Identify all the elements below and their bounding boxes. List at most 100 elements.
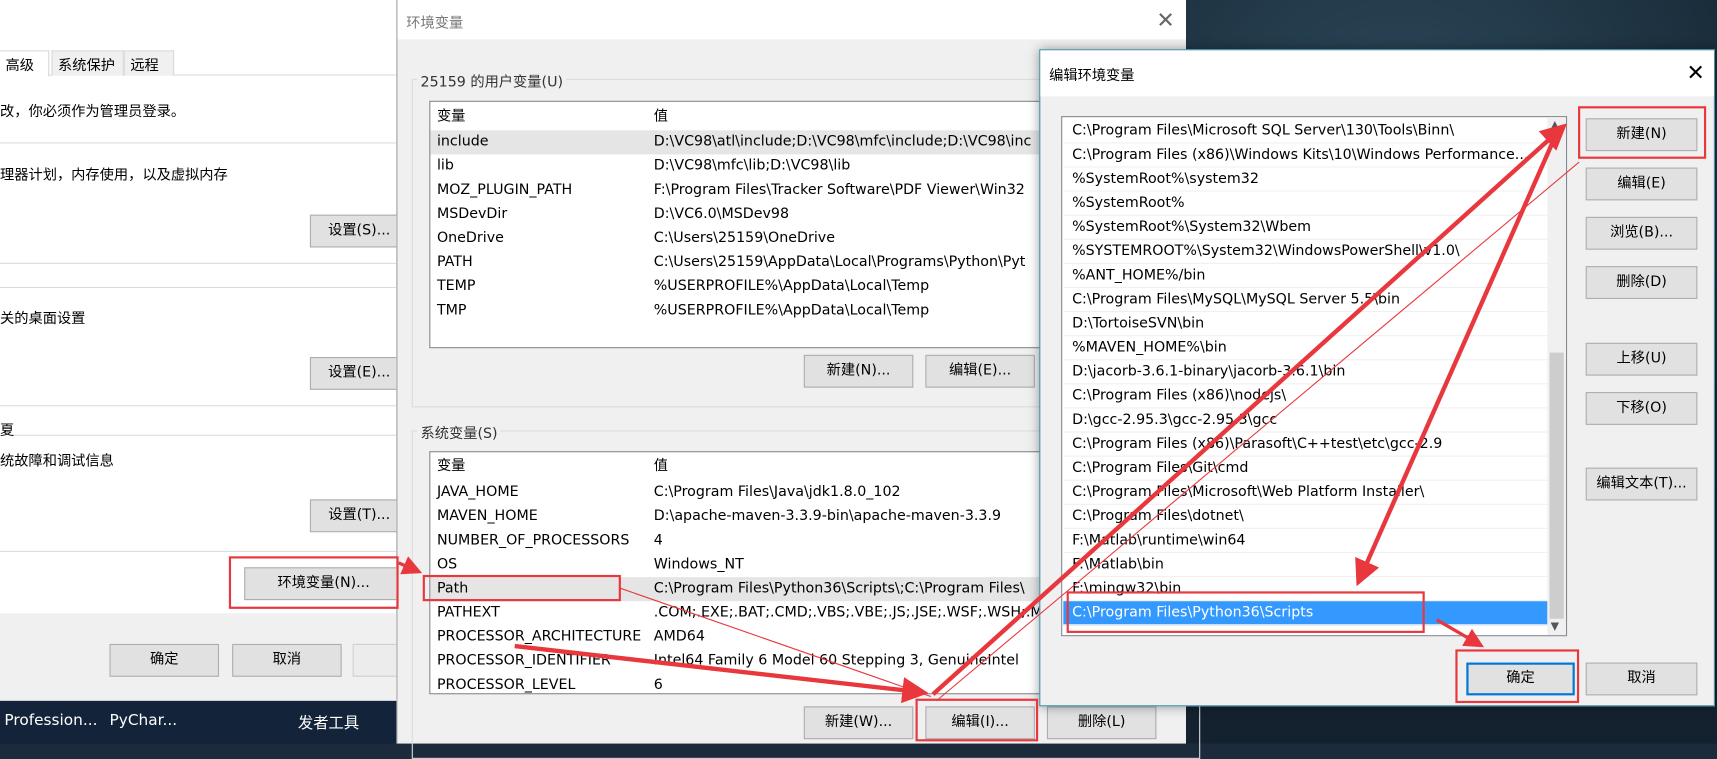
scroll-up-icon[interactable]: ▲	[1551, 119, 1559, 131]
variable-name: PROCESSOR_LEVEL	[436, 676, 576, 694]
delete-button[interactable]: 删除(D)	[1585, 266, 1698, 299]
move-down-button[interactable]: 下移(O)	[1585, 392, 1698, 425]
list-item[interactable]: %SystemRoot%	[1063, 192, 1548, 216]
list-item[interactable]: C:\Program Files\Microsoft SQL Server\13…	[1063, 119, 1548, 144]
annotation-box-new-button	[1578, 106, 1707, 159]
list-item[interactable]: D:\jacorb-3.6.1-binary\jacorb-3.6.1\bin	[1063, 360, 1548, 385]
variable-name: MOZ_PLUGIN_PATH	[436, 181, 573, 199]
close-icon[interactable]: ✕	[1686, 61, 1704, 83]
variable-value: %USERPROFILE%\AppData\Local\Temp	[653, 278, 930, 295]
scroll-down-icon[interactable]: ▼	[1551, 621, 1559, 633]
cancel-button[interactable]: 取消	[232, 643, 342, 677]
path-list[interactable]: C:\Program Files\Microsoft SQL Server\13…	[1061, 116, 1568, 637]
startup-group-label: 夏	[0, 422, 15, 440]
move-up-button[interactable]: 上移(U)	[1585, 342, 1698, 376]
list-item[interactable]: D:\TortoiseSVN\bin	[1063, 312, 1548, 337]
variable-value: D:\VC98\mfc\lib;D:\VC98\lib	[653, 157, 851, 175]
close-icon[interactable]: ✕	[1156, 9, 1174, 31]
annotation-box-path-row	[422, 574, 621, 602]
taskbar-item[interactable]: Profession...	[4, 712, 97, 730]
scrollbar[interactable]: ▲ ▼	[1547, 117, 1566, 636]
variable-value: C:\Program Files\Python36\Scripts\;C:\Pr…	[653, 580, 1025, 597]
variable-name: PATH	[436, 254, 473, 271]
edit-text-button[interactable]: 编辑文本(T)...	[1585, 467, 1698, 501]
startup-settings-button[interactable]: 设置(T)...	[309, 499, 409, 533]
variable-value: AMD64	[653, 628, 705, 646]
admin-note: 改，你必须作为管理员登录。	[0, 104, 186, 121]
list-item[interactable]: C:\Program Files\MySQL\MySQL Server 5.5\…	[1063, 288, 1548, 313]
list-item[interactable]: C:\Program Files\dotnet\	[1063, 505, 1548, 529]
profile-text: 关的桌面设置	[0, 311, 86, 328]
list-item[interactable]: %SystemRoot%\system32	[1063, 168, 1548, 192]
variable-name: TEMP	[436, 278, 476, 295]
dialog-title: 环境变量	[406, 15, 464, 32]
variable-name: OS	[436, 556, 458, 573]
list-item[interactable]: %MAVEN_HOME%\bin	[1063, 336, 1548, 361]
list-item[interactable]: %SystemRoot%\System32\Wbem	[1063, 216, 1548, 240]
annotation-box-selected-path	[1066, 591, 1425, 633]
title-bar: 编辑环境变量 ✕	[1040, 50, 1714, 97]
annotation-box-env-button	[228, 556, 399, 609]
tab-remote[interactable]: 远程	[123, 50, 175, 76]
dialog-footer: 确定 取消 应	[0, 613, 463, 701]
column-header-variable[interactable]: 变量	[437, 454, 465, 478]
column-header-value[interactable]: 值	[654, 454, 668, 478]
variable-value: Windows_NT	[653, 556, 744, 573]
variable-value: 4	[653, 532, 663, 549]
list-item[interactable]: C:\Program Files (x86)\Windows Kits\10\W…	[1063, 143, 1548, 168]
title-bar: 环境变量 ✕	[397, 0, 1186, 40]
list-item[interactable]: F:\Matlab\bin	[1063, 553, 1548, 578]
variable-name: NUMBER_OF_PROCESSORS	[436, 532, 630, 549]
system-new-button[interactable]: 新建(W)...	[803, 706, 914, 740]
browse-button[interactable]: 浏览(B)...	[1585, 216, 1698, 250]
user-variables-label: 25159 的用户变量(U)	[417, 70, 567, 91]
list-item[interactable]: C:\Program Files (x86)\nodejs\	[1063, 384, 1548, 409]
tab-bar: 高级 系统保护 远程	[0, 50, 397, 77]
variable-name: MSDevDir	[436, 205, 508, 223]
variable-value: %USERPROFILE%\AppData\Local\Temp	[653, 302, 930, 319]
ok-button[interactable]: 确定	[109, 643, 220, 677]
variable-name: include	[436, 133, 489, 151]
variable-value: C:\Users\25159\AppData\Local\Programs\Py…	[653, 254, 1026, 271]
system-variables-label: 系统变量(S)	[417, 421, 501, 443]
column-header-value[interactable]: 值	[654, 105, 668, 129]
user-edit-button[interactable]: 编辑(E)...	[925, 354, 1035, 388]
variable-value: .COM;.EXE;.BAT;.CMD;.VBS;.VBE;.JS;.JSE;.…	[653, 604, 1043, 621]
variable-name: JAVA_HOME	[436, 484, 519, 501]
variable-value: D:\apache-maven-3.3.9-bin\apache-maven-3…	[653, 508, 1002, 525]
list-item[interactable]: %SYSTEMROOT%\System32\WindowsPowerShell\…	[1063, 240, 1548, 264]
cancel-button[interactable]: 取消	[1585, 662, 1698, 696]
variable-value: C:\Users\25159\OneDrive	[653, 229, 835, 247]
list-item[interactable]: C:\Program Files\Git\cmd	[1063, 457, 1548, 481]
variable-value: D:\VC98\atl\include;D:\VC98\mfc\include;…	[653, 133, 1032, 151]
tab-advanced[interactable]: 高级	[0, 50, 50, 77]
list-item[interactable]: D:\gcc-2.95.3\gcc-2.95.3\gcc	[1063, 408, 1548, 433]
performance-text: 理器计划，内存使用，以及虚拟内存	[0, 167, 228, 184]
performance-settings-button[interactable]: 设置(S)...	[309, 214, 409, 248]
variable-name: lib	[436, 157, 454, 175]
variable-value: 6	[653, 676, 663, 694]
edit-button[interactable]: 编辑(E)	[1585, 167, 1698, 201]
profile-settings-button[interactable]: 设置(E)...	[309, 357, 409, 390]
system-delete-button[interactable]: 删除(L)	[1046, 706, 1157, 740]
variable-value: D:\VC6.0\MSDev98	[653, 205, 790, 223]
variable-value: F:\Program Files\Tracker Software\PDF Vi…	[653, 181, 1025, 199]
scrollbar-thumb[interactable]	[1549, 352, 1564, 619]
taskbar-item[interactable]: 发者工具	[298, 712, 359, 734]
variable-name: OneDrive	[436, 229, 504, 247]
taskbar-item[interactable]: PyChar...	[110, 712, 178, 730]
list-item[interactable]: %ANT_HOME%/bin	[1063, 264, 1548, 289]
variable-name: TMP	[436, 302, 467, 319]
list-item[interactable]: C:\Program Files (x86)\Parasoft\C++test\…	[1063, 433, 1548, 457]
annotation-box-edit-button	[915, 698, 1039, 742]
variable-name: MAVEN_HOME	[436, 508, 538, 525]
taskbar: Profession... PyChar... 发者工具	[0, 700, 397, 744]
user-new-button[interactable]: 新建(N)...	[803, 354, 914, 388]
list-item[interactable]: C:\Program Files\Microsoft\Web Platform …	[1063, 481, 1548, 505]
annotation-box-ok-button	[1455, 649, 1580, 704]
variable-value: C:\Program Files\Java\jdk1.8.0_102	[653, 484, 901, 501]
list-item[interactable]: F:\Matlab\runtime\win64	[1063, 529, 1548, 554]
column-header-variable[interactable]: 变量	[437, 105, 465, 129]
variable-name: PROCESSOR_ARCHITECTURE	[436, 628, 642, 646]
tab-system-protection[interactable]: 系统保护	[51, 50, 124, 76]
